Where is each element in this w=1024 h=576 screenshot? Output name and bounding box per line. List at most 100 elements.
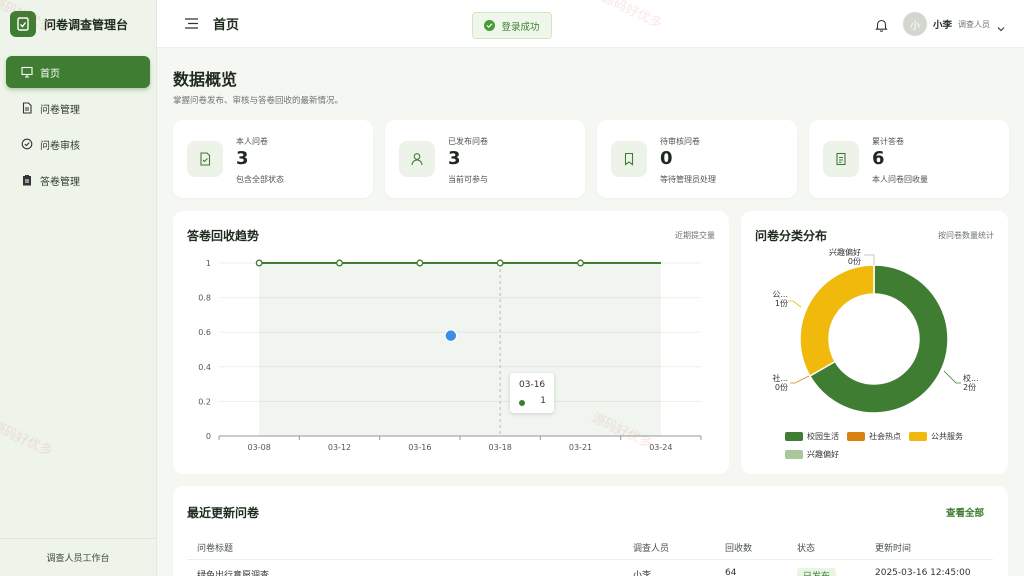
column-header: 调查人员 bbox=[633, 544, 670, 554]
legend-label: 社会热点 bbox=[869, 432, 901, 441]
data-point bbox=[416, 259, 424, 267]
top-header: 首页 登录成功 小 小李 调查人员 bbox=[157, 0, 1024, 48]
legend-swatch bbox=[785, 432, 803, 441]
x-tick-label: 03-18 bbox=[489, 443, 512, 452]
distribution-chart: 兴趣偏好0份公...1份社...0份校...2份 bbox=[772, 247, 979, 414]
menu-toggle-icon[interactable] bbox=[183, 16, 199, 32]
stat-sub: 等待管理员处理 bbox=[660, 175, 716, 184]
sidebar-item-home[interactable]: 首页 bbox=[6, 56, 150, 88]
avatar[interactable]: 小 bbox=[902, 12, 927, 36]
stat-label: 本人问卷 bbox=[236, 137, 268, 146]
sidebar-nav: 首页 问卷管理 问卷审核 答卷管理 bbox=[0, 56, 156, 196]
user-name[interactable]: 小李 bbox=[933, 17, 952, 31]
column-header: 问卷标题 bbox=[197, 544, 234, 554]
cell-count: 64 bbox=[725, 568, 737, 576]
cell-time: 2025-03-16 12:45:00 bbox=[875, 568, 971, 576]
legend-item[interactable]: 兴趣偏好 bbox=[785, 449, 839, 460]
sidebar-item-surveys[interactable]: 问卷管理 bbox=[6, 92, 150, 124]
column-header: 回收数 bbox=[725, 544, 753, 554]
sidebar-item-review[interactable]: 问卷审核 bbox=[6, 128, 150, 160]
highlight-point bbox=[444, 328, 458, 343]
page-header-title: 首页 bbox=[213, 18, 240, 33]
slice-label: 公... bbox=[772, 290, 788, 299]
bell-icon[interactable] bbox=[875, 17, 889, 32]
sidebar-item-answers[interactable]: 答卷管理 bbox=[6, 164, 150, 196]
data-point bbox=[496, 259, 504, 267]
legend-item[interactable]: 社会热点 bbox=[847, 431, 901, 442]
legend-swatch bbox=[785, 450, 803, 459]
column-header: 状态 bbox=[797, 544, 816, 554]
y-tick-label: 0.4 bbox=[198, 363, 211, 372]
slice-label: 2份 bbox=[963, 382, 976, 392]
legend-swatch bbox=[847, 432, 865, 441]
user-role: 调查人员 bbox=[958, 19, 990, 29]
sidebar-item-label: 答卷管理 bbox=[40, 176, 80, 188]
stat-sub: 本人问卷回收量 bbox=[872, 175, 928, 184]
data-point bbox=[255, 259, 263, 267]
stat-value: 6 bbox=[872, 148, 885, 169]
stat-value: 3 bbox=[236, 148, 249, 169]
tooltip-value: 1 bbox=[540, 396, 546, 406]
bookmark-icon bbox=[611, 141, 647, 177]
presentation-icon bbox=[20, 65, 34, 79]
slice-label: 校... bbox=[963, 373, 979, 383]
pie-slice bbox=[799, 264, 875, 378]
sidebar: 问卷调查管理台 首页 问卷管理 问卷审核 答卷管理 调查人员工作台 bbox=[0, 0, 157, 576]
slice-label: 0份 bbox=[848, 256, 861, 266]
document-icon bbox=[20, 101, 34, 115]
leader-line bbox=[790, 375, 810, 384]
table-row[interactable]: 绿色出行意愿调查 小李 64 已发布 2025-03-16 12:45:00 bbox=[187, 562, 993, 576]
stat-card-published: 已发布问卷 3 当前可参与 bbox=[385, 120, 585, 198]
app: 问卷调查管理台 首页 问卷管理 问卷审核 答卷管理 调查人员工作台 首页 登录成… bbox=[0, 0, 1024, 576]
legend-item[interactable]: 公共服务 bbox=[909, 431, 963, 442]
stat-label: 待审核问卷 bbox=[660, 137, 700, 146]
column-header: 更新时间 bbox=[875, 544, 912, 554]
leader-line bbox=[788, 300, 802, 308]
cell-title: 绿色出行意愿调查 bbox=[197, 571, 270, 576]
stat-sub: 当前可参与 bbox=[448, 175, 488, 184]
stat-value: 0 bbox=[660, 148, 673, 169]
stat-value: 3 bbox=[448, 148, 461, 169]
tooltip-series-dot bbox=[519, 400, 525, 406]
main-content: 数据概览 掌握问卷发布、审核与答卷回收的最新情况。 本人问卷 3 包含全部状态 … bbox=[157, 48, 1024, 576]
stat-card-answers: 累计答卷 6 本人问卷回收量 bbox=[809, 120, 1009, 198]
status-badge: 已发布 bbox=[797, 568, 837, 576]
leader-line bbox=[943, 370, 961, 384]
legend-label: 兴趣偏好 bbox=[807, 450, 839, 459]
x-tick-label: 03-24 bbox=[649, 443, 672, 452]
y-tick-label: 1 bbox=[206, 259, 211, 268]
y-tick-label: 0.6 bbox=[198, 328, 211, 337]
cell-owner: 小李 bbox=[633, 571, 652, 576]
table-header: 问卷标题 调查人员 回收数 状态 更新时间 bbox=[187, 536, 993, 560]
x-tick-label: 03-21 bbox=[569, 443, 592, 452]
legend-item[interactable]: 校园生活 bbox=[785, 431, 839, 442]
sidebar-item-label: 首页 bbox=[40, 68, 60, 80]
success-toast: 登录成功 bbox=[472, 12, 552, 39]
brand-title: 问卷调查管理台 bbox=[44, 17, 129, 32]
legend-swatch bbox=[909, 432, 927, 441]
page-title: 数据概览 bbox=[173, 70, 238, 89]
file-check-icon bbox=[187, 141, 223, 177]
chart-tooltip: 03-16 1 bbox=[510, 373, 554, 413]
stat-label: 已发布问卷 bbox=[448, 137, 488, 146]
y-tick-label: 0.2 bbox=[198, 397, 211, 406]
page-description: 掌握问卷发布、审核与答卷回收的最新情况。 bbox=[173, 96, 344, 106]
slice-label: 1份 bbox=[775, 298, 788, 308]
sidebar-item-label: 问卷管理 bbox=[40, 104, 80, 116]
recent-title: 最近更新问卷 bbox=[187, 506, 260, 520]
chevron-down-icon[interactable] bbox=[996, 19, 1006, 32]
chart-legend: 校园生活 社会热点 公共服务兴趣偏好 bbox=[785, 431, 985, 467]
slice-label: 社... bbox=[772, 373, 788, 383]
x-tick-label: 03-08 bbox=[248, 443, 271, 452]
x-tick-label: 03-12 bbox=[328, 443, 351, 452]
view-all-link[interactable]: 查看全部 bbox=[946, 505, 984, 519]
stat-label: 累计答卷 bbox=[872, 137, 904, 146]
recent-card: 最近更新问卷 查看全部 问卷标题 调查人员 回收数 状态 更新时间 绿色出行意愿… bbox=[173, 486, 1008, 576]
y-tick-label: 0.8 bbox=[198, 294, 211, 303]
legend-label: 校园生活 bbox=[807, 432, 839, 441]
check-circle-icon bbox=[20, 137, 34, 151]
slice-label: 0份 bbox=[775, 382, 788, 392]
stat-card-pending: 待审核问卷 0 等待管理员处理 bbox=[597, 120, 797, 198]
data-point bbox=[577, 259, 584, 267]
toast-text: 登录成功 bbox=[501, 21, 540, 33]
